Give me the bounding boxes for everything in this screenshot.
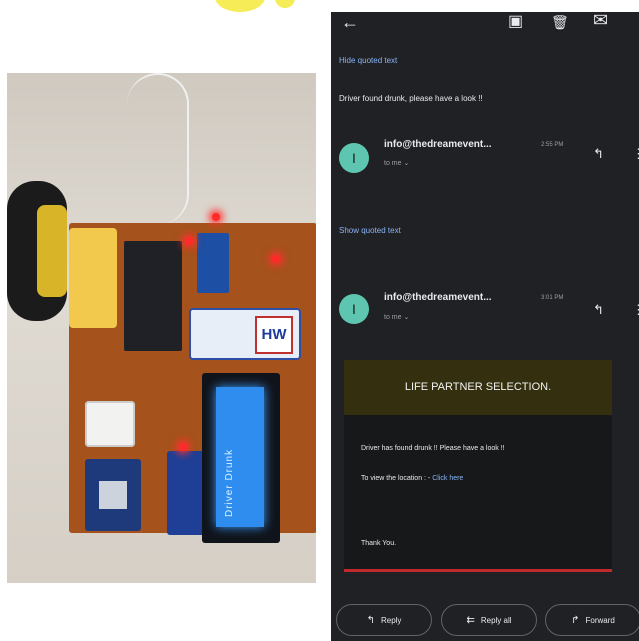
watermark-blob bbox=[275, 0, 295, 8]
mail-icon[interactable]: ✉ bbox=[593, 12, 608, 29]
recipient-dropdown[interactable]: to me ⌄ bbox=[384, 159, 409, 167]
delete-icon[interactable]: 🗑 bbox=[551, 14, 569, 30]
card-location-line: To view the location : - Click here bbox=[361, 475, 463, 482]
email-screen: ← ▣ 🗑 ✉ Hide quoted text Driver found dr… bbox=[331, 12, 639, 641]
led-red bbox=[185, 237, 193, 245]
battery-9v: HW bbox=[189, 308, 301, 360]
reply-button[interactable]: ↰ Reply bbox=[336, 604, 432, 636]
dc-motor bbox=[69, 228, 117, 328]
led-red bbox=[179, 443, 187, 451]
hardware-photo: HW Driver Drunk bbox=[7, 73, 316, 583]
forward-label: Forward bbox=[585, 616, 615, 625]
forward-button[interactable]: ↱ Forward bbox=[545, 604, 639, 636]
forward-icon: ↱ bbox=[571, 615, 580, 626]
message-time: 2:55 PM bbox=[541, 142, 564, 148]
battery-logo: HW bbox=[255, 316, 293, 354]
watermark-blob bbox=[215, 0, 265, 12]
sender-avatar[interactable]: I bbox=[339, 294, 369, 324]
wheel-hub bbox=[37, 205, 67, 297]
email-card-body: Driver has found drunk !! Please have a … bbox=[344, 415, 612, 569]
reply-icon: ↰ bbox=[366, 615, 375, 626]
lcd-text: Driver Drunk bbox=[224, 448, 235, 517]
recipient-dropdown[interactable]: to me ⌄ bbox=[384, 313, 409, 321]
gps-module bbox=[85, 459, 141, 531]
sender-name[interactable]: info@thedreamevent... bbox=[384, 292, 492, 303]
message-time: 3:01 PM bbox=[541, 295, 564, 301]
card-signoff: Thank You. bbox=[361, 540, 397, 547]
card-accent-bar bbox=[344, 569, 612, 572]
reply-all-icon: ⇇ bbox=[466, 615, 475, 626]
first-message-body: Driver found drunk, please have a look !… bbox=[339, 94, 483, 103]
top-bar: ← ▣ 🗑 ✉ bbox=[331, 12, 639, 46]
reply-all-button[interactable]: ⇇ Reply all bbox=[441, 604, 537, 636]
usb-cable bbox=[127, 73, 189, 225]
led-red bbox=[272, 255, 280, 263]
relay-module bbox=[197, 233, 229, 293]
back-arrow-icon[interactable]: ← bbox=[341, 13, 359, 31]
reply-icon[interactable]: ↰ bbox=[593, 302, 604, 318]
more-vert-icon[interactable]: ⋮ bbox=[632, 146, 639, 162]
microcontroller bbox=[124, 241, 182, 351]
show-quoted-text-link[interactable]: Show quoted text bbox=[339, 226, 401, 235]
location-prefix: To view the location : - bbox=[361, 475, 433, 482]
more-vert-icon[interactable]: ⋮ bbox=[632, 302, 639, 318]
gps-antenna bbox=[85, 401, 135, 447]
lcd-display: Driver Drunk bbox=[202, 373, 280, 543]
reply-icon[interactable]: ↰ bbox=[593, 146, 604, 162]
card-message-line: Driver has found drunk !! Please have a … bbox=[361, 445, 505, 452]
hide-quoted-text-link[interactable]: Hide quoted text bbox=[339, 56, 397, 65]
reply-label: Reply bbox=[380, 616, 402, 625]
click-here-link[interactable]: Click here bbox=[432, 475, 463, 482]
sender-name[interactable]: info@thedreamevent... bbox=[384, 139, 492, 150]
led-red bbox=[212, 213, 220, 221]
archive-icon[interactable]: ▣ bbox=[508, 14, 523, 30]
sender-avatar[interactable]: I bbox=[339, 143, 369, 173]
email-card-title: LIFE PARTNER SELECTION. bbox=[344, 360, 612, 415]
reply-all-label: Reply all bbox=[480, 616, 512, 625]
